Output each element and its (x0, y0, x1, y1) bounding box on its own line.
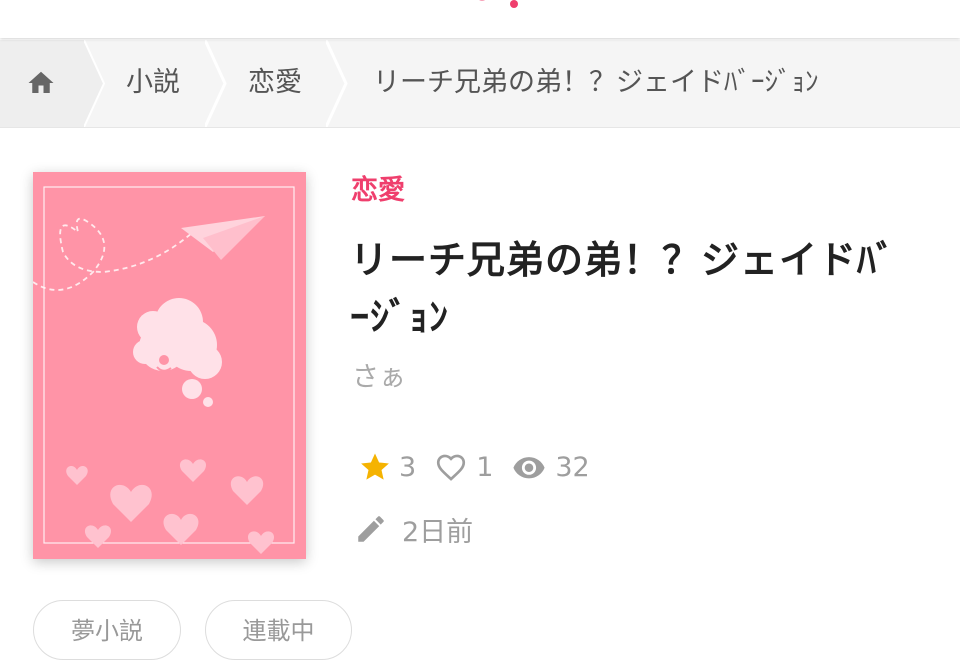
book-title: リーチ兄弟の弟！？ジェイドﾊﾞｰｼﾞｮﾝ (350, 238, 897, 339)
home-icon (28, 71, 54, 93)
star-icon (361, 453, 389, 480)
breadcrumb: 小説 恋愛 リーチ兄弟の弟！？ジェイドﾊﾞｰｼﾞｮﾝ (0, 40, 960, 128)
eye-icon (513, 457, 545, 479)
breadcrumb-current: リーチ兄弟の弟！？ジェイドﾊﾞｰｼﾞｮﾝ (373, 67, 819, 98)
like-count: 1 (432, 450, 493, 484)
star-count-value: 3 (399, 451, 417, 483)
breadcrumb-genre[interactable]: 恋愛 (248, 40, 302, 127)
view-count-value: 32 (555, 451, 590, 483)
breadcrumb-novels[interactable]: 小説 (126, 40, 180, 127)
heart-outline-icon (437, 454, 466, 481)
tag-dream-novel[interactable]: 夢小説 (33, 600, 181, 660)
site-header (0, 0, 960, 38)
updated-info: 2日前 (354, 509, 473, 549)
breadcrumb-separator (205, 40, 227, 127)
pencil-icon (358, 516, 384, 542)
breadcrumb-separator (84, 40, 106, 127)
view-count: 32 (509, 450, 590, 484)
breadcrumb-separator (326, 40, 348, 127)
breadcrumb-home[interactable] (0, 40, 84, 127)
cover-illustration (33, 186, 295, 554)
star-count: 3 (357, 450, 416, 484)
book-cover[interactable] (33, 172, 306, 559)
like-count-value: 1 (476, 451, 494, 483)
tag-serializing[interactable]: 連載中 (205, 600, 352, 660)
book-stats: 3 1 32 (357, 447, 606, 487)
updated-time: 2日前 (402, 516, 474, 548)
site-logo[interactable] (470, 0, 530, 10)
book-genre[interactable]: 恋愛 (351, 172, 405, 210)
book-author[interactable]: さぁ (352, 358, 406, 398)
